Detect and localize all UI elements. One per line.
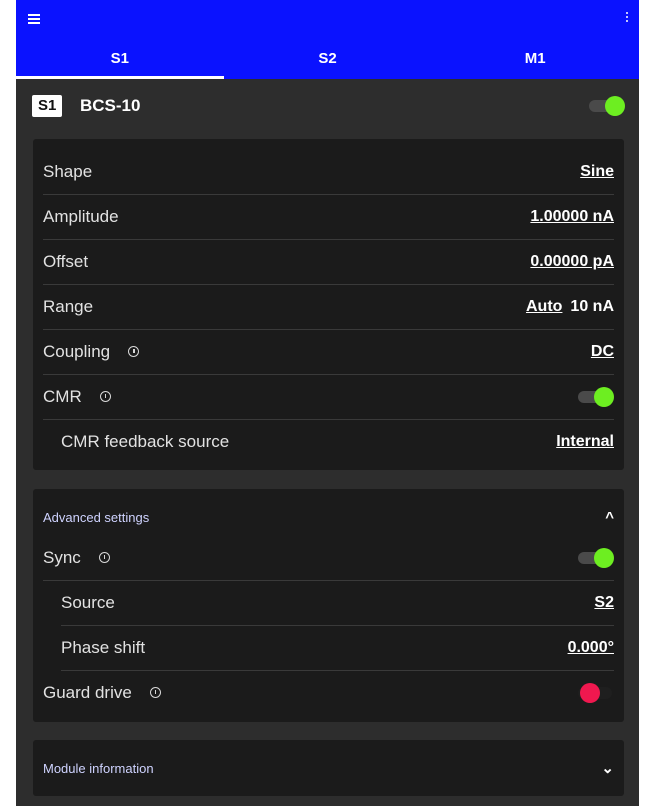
info-icon[interactable]: [128, 346, 140, 357]
info-icon[interactable]: [99, 391, 111, 402]
shape-label: Shape: [43, 161, 93, 181]
coupling-label-wrap: Coupling: [43, 341, 140, 362]
cmr-feedback-label: CMR feedback source: [61, 431, 230, 451]
coupling-row: Coupling DC: [43, 329, 614, 375]
sync-label: Sync: [43, 547, 81, 567]
sync-toggle[interactable]: [578, 547, 614, 568]
tab-s1[interactable]: S1: [16, 42, 224, 79]
guard-drive-label-wrap: Guard drive: [43, 683, 161, 703]
cmr-row: CMR: [43, 374, 614, 420]
range-row: Range Auto 10 nA: [43, 284, 614, 330]
amplitude-value[interactable]: 1.00000 nA: [530, 208, 614, 226]
guard-drive-row: Guard drive: [43, 670, 614, 715]
tab-s2[interactable]: S2: [224, 42, 432, 79]
vertical-dots-icon[interactable]: [625, 12, 629, 26]
device-badge: S1: [32, 95, 63, 117]
range-mode[interactable]: Auto: [526, 298, 562, 316]
coupling-value[interactable]: DC: [591, 343, 614, 361]
hamburger-menu-icon[interactable]: [28, 14, 40, 24]
phase-shift-label: Phase shift: [61, 637, 146, 657]
module-information-card: Module information ⌄: [33, 740, 624, 796]
advanced-settings-card: Advanced settings ^ Sync Source S2 Phase…: [33, 489, 624, 722]
source-label: Source: [61, 592, 115, 612]
device-header: S1 BCS-10: [16, 84, 639, 130]
guard-drive-label: Guard drive: [43, 682, 132, 702]
amplitude-label: Amplitude: [43, 206, 119, 226]
chevron-up-icon[interactable]: ^: [605, 509, 614, 526]
range-controls: Auto 10 nA: [526, 298, 614, 316]
app-frame: S1 S2 M1 S1 BCS-10 Shape Sine Amplitude …: [16, 0, 639, 806]
device-name: BCS-10: [80, 96, 141, 115]
chevron-down-icon[interactable]: ⌄: [601, 759, 614, 777]
sync-row: Sync: [43, 535, 614, 581]
guard-drive-toggle[interactable]: [578, 682, 614, 703]
cmr-label-wrap: CMR: [43, 387, 111, 407]
range-label: Range: [43, 296, 94, 316]
coupling-label: Coupling: [43, 341, 111, 361]
shape-value[interactable]: Sine: [580, 163, 614, 181]
offset-row: Offset 0.00000 pA: [43, 239, 614, 285]
cmr-feedback-row: CMR feedback source Internal: [61, 419, 614, 464]
module-information-title: Module information: [43, 760, 154, 776]
cmr-label: CMR: [43, 386, 82, 406]
offset-label: Offset: [43, 251, 89, 271]
info-icon[interactable]: [98, 552, 110, 563]
shape-row: Shape Sine: [43, 149, 614, 195]
app-bar: S1 S2 M1: [16, 0, 639, 79]
offset-value[interactable]: 0.00000 pA: [530, 253, 614, 271]
info-icon[interactable]: [149, 687, 161, 698]
advanced-settings-title: Advanced settings: [43, 509, 150, 525]
amplitude-row: Amplitude 1.00000 nA: [43, 194, 614, 240]
source-value[interactable]: S2: [594, 594, 614, 612]
settings-card: Shape Sine Amplitude 1.00000 nA Offset 0…: [33, 139, 624, 470]
tab-bar: S1 S2 M1: [16, 42, 639, 79]
cmr-toggle[interactable]: [578, 386, 614, 407]
phase-shift-row: Phase shift 0.000°: [61, 625, 614, 671]
module-information-header[interactable]: Module information ⌄: [43, 748, 614, 788]
source-row: Source S2: [61, 580, 614, 626]
cmr-feedback-value[interactable]: Internal: [556, 433, 614, 451]
sync-label-wrap: Sync: [43, 548, 110, 568]
range-value: 10 nA: [570, 297, 614, 315]
advanced-settings-header[interactable]: Advanced settings ^: [43, 497, 614, 537]
phase-shift-value[interactable]: 0.000°: [568, 639, 614, 657]
device-enable-toggle[interactable]: [589, 96, 625, 116]
tab-m1[interactable]: M1: [431, 42, 639, 79]
